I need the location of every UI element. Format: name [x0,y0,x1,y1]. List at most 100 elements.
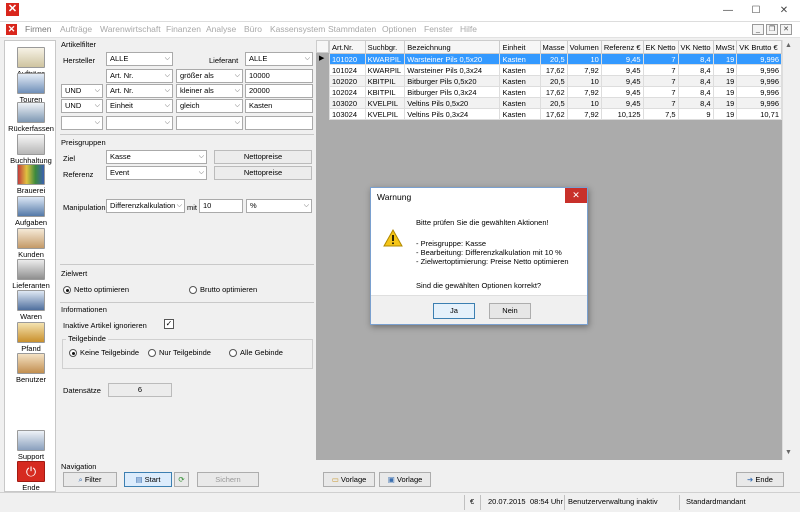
table-row[interactable]: 103020 KVELPIL Veltins Pils 0,5x20 Kasten 20… [329,97,782,109]
column-header[interactable]: Volumen [566,40,602,54]
table-cell[interactable]: Bitburger Pils 0,5x20 [404,75,501,87]
table-cell[interactable]: KBITPIL [364,86,406,98]
table-cell[interactable]: 7 [642,86,679,98]
menu-item-optionen[interactable]: Optionen [382,24,417,34]
menu-item-firmen[interactable]: Firmen [25,24,51,34]
vorlage-save-button[interactable]: ▣ Vorlage [379,472,431,487]
table-cell[interactable]: Kasten [499,97,541,109]
table-cell[interactable]: 19 [712,97,738,109]
table-cell[interactable]: KWARPIL [364,64,406,76]
filter-operator-select[interactable]: ⌵ [61,116,103,130]
column-header[interactable]: Masse [539,40,568,54]
dialog-close-button[interactable]: ✕ [565,188,587,203]
sidebar-item-ende[interactable]: ⏻ Ende [5,461,57,492]
app-menu-icon[interactable]: ✕ [6,24,17,35]
table-cell[interactable]: KBITPIL [364,75,406,87]
vorlage-open-button[interactable]: ▭ Vorlage [323,472,375,487]
sidebar-item-pfand[interactable]: Pfand [5,322,57,353]
column-header[interactable]: Einheit [499,40,541,54]
table-cell[interactable]: 20,5 [539,53,568,65]
table-cell[interactable]: Warsteiner Pils 0,3x24 [404,64,501,76]
sichern-button[interactable]: Sichern [197,472,259,487]
filter-field-select[interactable]: ⌵ [106,116,173,130]
table-cell[interactable]: 7 [642,97,679,109]
table-cell[interactable]: 8,4 [677,97,714,109]
ziel-select[interactable]: Kasse ⌵ [106,150,207,164]
dialog-no-button[interactable]: Nein [489,303,531,319]
manipulation-select[interactable]: Differenzkalkulation ⌵ [106,199,185,213]
table-cell[interactable]: 19 [712,53,738,65]
table-cell[interactable]: 10,125 [600,108,644,120]
table-cell[interactable]: 9,45 [600,86,644,98]
table-cell[interactable]: Warsteiner Pils 0,5x20 [404,53,501,65]
filter-field-select[interactable]: Art. Nr. ⌵ [106,69,173,83]
filter-value-input[interactable]: Kasten [245,99,313,113]
menu-item-hilfe[interactable]: Hilfe [460,24,477,34]
table-cell[interactable]: 7,92 [566,108,602,120]
hersteller-select[interactable]: ALLE ⌵ [106,52,173,66]
sidebar-item-kunden[interactable]: Kunden [5,228,57,259]
grid-vertical-scrollbar[interactable]: ▲ ▼ [782,40,794,460]
column-header[interactable]: VK Brutto € [736,40,782,54]
sidebar-item-buchhaltung[interactable]: Buchhaltung [5,134,57,165]
table-cell[interactable]: 10 [566,75,602,87]
table-cell[interactable]: Kasten [499,108,541,120]
referenz-select[interactable]: Event ⌵ [106,166,207,180]
sidebar-item-lieferanten[interactable]: Lieferanten [5,259,57,290]
filter-value-input[interactable] [245,116,313,130]
column-header[interactable]: Referenz € [600,40,644,54]
table-cell[interactable]: 20,5 [539,97,568,109]
filter-button[interactable]: ⌕ Filter [63,472,117,487]
column-header[interactable]: Suchbgr. [364,40,406,54]
table-cell[interactable]: 9,45 [600,53,644,65]
menu-item-analyse[interactable]: Analyse [206,24,236,34]
table-cell[interactable]: Veltins Pils 0,3x24 [404,108,501,120]
start-button[interactable]: ▤ Start [124,472,172,487]
table-cell[interactable]: 9,45 [600,97,644,109]
sidebar-item-brauerei[interactable]: Brauerei [5,164,57,195]
filter-value-input[interactable]: 10000 [245,69,313,83]
table-cell[interactable]: 7 [642,53,679,65]
table-cell[interactable]: 9,996 [736,53,782,65]
sidebar-item-aufgaben[interactable]: Aufgaben [5,196,57,227]
filter-compare-select[interactable]: gleich ⌵ [176,99,243,113]
table-cell[interactable]: 7 [642,64,679,76]
table-cell[interactable]: Bitburger Pils 0,3x24 [404,86,501,98]
menu-item-buero[interactable]: Büro [244,24,262,34]
filter-value-input[interactable]: 20000 [245,84,313,98]
inaktive-artikel-checkbox[interactable]: ✓ [164,319,174,329]
menu-item-finanzen[interactable]: Finanzen [166,24,201,34]
sidebar-item-waren[interactable]: Waren [5,290,57,321]
table-cell[interactable]: 19 [712,75,738,87]
scroll-up-icon[interactable]: ▲ [785,42,792,49]
table-cell[interactable]: KVELPIL [364,97,406,109]
mdi-close-button[interactable]: ✕ [780,24,792,35]
table-cell[interactable]: 9,45 [600,75,644,87]
table-cell[interactable]: Kasten [499,86,541,98]
table-cell[interactable]: 101024 [329,64,366,76]
column-header[interactable]: MwSt [712,40,738,54]
table-cell[interactable]: 7 [642,75,679,87]
table-cell[interactable]: 8,4 [677,86,714,98]
filter-compare-select[interactable]: größer als ⌵ [176,69,243,83]
table-cell[interactable]: 9,996 [736,86,782,98]
column-header[interactable]: Bezeichnung [404,40,501,54]
table-cell[interactable]: 7,92 [566,64,602,76]
table-cell[interactable]: 20,5 [539,75,568,87]
netto-optimieren-radio[interactable]: Netto optimieren [63,285,129,295]
table-cell[interactable]: 19 [712,108,738,120]
table-cell[interactable]: Kasten [499,75,541,87]
mdi-minimize-button[interactable]: _ [752,24,764,35]
filter-compare-select[interactable]: kleiner als ⌵ [176,84,243,98]
sidebar-item-support[interactable]: Support [5,430,57,461]
table-cell[interactable]: 17,62 [539,86,568,98]
table-row[interactable]: 101020 KWARPIL Warsteiner Pils 0,5x20 Kaste… [329,53,782,65]
column-header[interactable]: EK Netto [642,40,679,54]
table-cell[interactable]: 103020 [329,97,366,109]
mdi-restore-button[interactable]: ❐ [766,24,778,35]
table-cell[interactable]: 102024 [329,86,366,98]
ende-button[interactable]: ➜ Ende [736,472,784,487]
table-cell[interactable]: 7,92 [566,86,602,98]
table-cell[interactable]: KVELPIL [364,108,406,120]
table-cell[interactable]: 19 [712,64,738,76]
